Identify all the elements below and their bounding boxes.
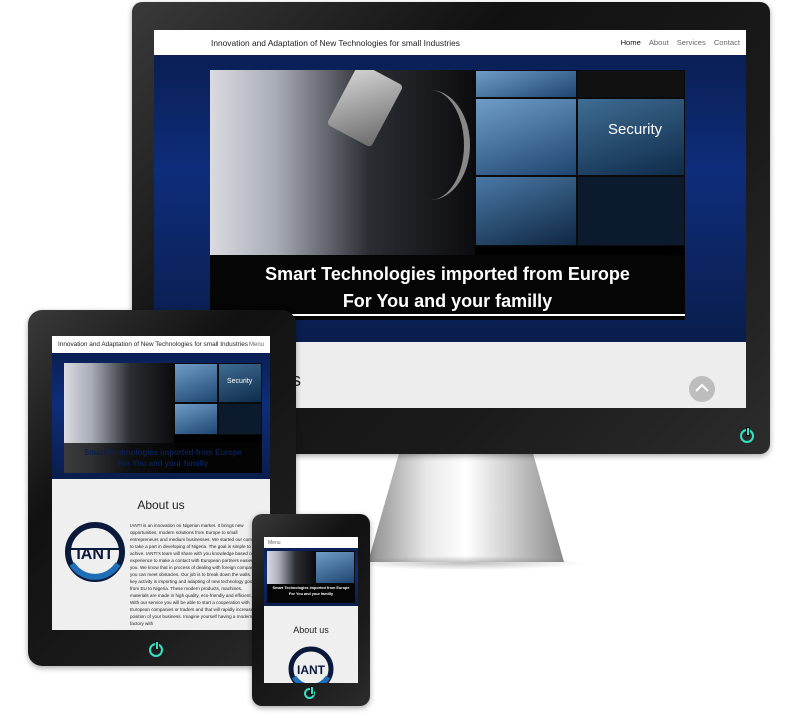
phone-hero: Smart Technologies imported from Europe …	[264, 548, 358, 606]
tablet-tile-1	[174, 363, 218, 403]
tablet-tile-4	[218, 403, 262, 435]
nav-contact[interactable]: Contact	[714, 38, 740, 47]
security-text: Security	[608, 121, 663, 138]
site-title[interactable]: Innovation and Adaptation of New Technol…	[211, 38, 460, 48]
tablet-iant-logo: IANT	[65, 522, 125, 582]
tablet-security-text: Security	[227, 378, 253, 385]
chevron-up-icon	[695, 383, 709, 392]
tablet-power-icon[interactable]	[149, 641, 163, 657]
tablet-screen: Innovation and Adaptation of New Technol…	[52, 336, 270, 630]
phone-navbar: Menu	[264, 537, 358, 548]
tile-tv-room	[475, 98, 577, 176]
tile-washer	[577, 176, 685, 246]
scroll-top-button[interactable]	[689, 376, 715, 402]
tablet-menu-button[interactable]: Menu	[249, 342, 264, 348]
tile-blinds	[475, 70, 577, 98]
phone-hero-line-2: For You and your familly	[288, 591, 334, 596]
tile-audio	[475, 176, 577, 246]
nav-home[interactable]: Home	[621, 38, 641, 47]
monitor-stand	[368, 452, 564, 562]
phone-tile	[315, 551, 355, 584]
tile-security: Security	[577, 98, 685, 176]
tablet-logo-text: IANT	[76, 546, 114, 563]
tablet-navbar: Innovation and Adaptation of New Technol…	[52, 336, 270, 353]
tablet-tile-3	[174, 403, 218, 435]
tablet-hero: Security Smart Technologies imported fro…	[52, 353, 270, 479]
phone-hero-line-1: Smart Technologies imported from Europe	[272, 586, 350, 590]
tablet-hero-image: Security Smart Technologies imported fro…	[64, 363, 262, 473]
phone-power-icon[interactable]	[304, 686, 315, 699]
phone-hero-caption: Smart Technologies imported from Europe …	[267, 584, 355, 603]
nav-services[interactable]: Services	[677, 38, 706, 47]
phone-logo-text: IANT	[297, 663, 326, 677]
monitor-stand-shadow	[345, 556, 585, 570]
desktop-hero: Security Smart Technologies imported fro…	[154, 55, 746, 342]
signal-waves-icon	[390, 90, 470, 200]
tile-lights	[577, 70, 685, 98]
tablet-about-heading: About us	[137, 498, 185, 512]
phone-hero-image: Smart Technologies imported from Europe …	[267, 551, 355, 603]
desktop-nav: Home About Services Contact	[621, 38, 740, 47]
monitor-power-icon[interactable]	[740, 427, 754, 443]
hero-line-1: Smart Technologies imported from Europe	[265, 264, 630, 284]
tablet-site-title[interactable]: Innovation and Adaptation of New Technol…	[58, 341, 248, 348]
phone-screen: Menu Smart Technologies imported from Eu…	[264, 537, 358, 683]
tablet-about-text: IANTI is an innovation on Nigerian marke…	[130, 523, 262, 626]
phone-iant-logo: IANT	[288, 646, 334, 683]
phone-about-heading: About us	[293, 625, 329, 635]
tablet-hero-line-1: Smart Technologies imported from Europe	[84, 448, 242, 457]
hero-image: Security Smart Technologies imported fro…	[210, 70, 685, 320]
tablet-hero-caption: Smart Technologies imported from Europe …	[64, 443, 262, 473]
phone-menu-button[interactable]: Menu	[268, 540, 281, 546]
tablet-tile-2: Security	[218, 363, 262, 403]
nav-about[interactable]: About	[649, 38, 669, 47]
desktop-navbar: Innovation and Adaptation of New Technol…	[154, 30, 746, 55]
tablet-hero-line-2: For You and your familly	[117, 459, 209, 468]
